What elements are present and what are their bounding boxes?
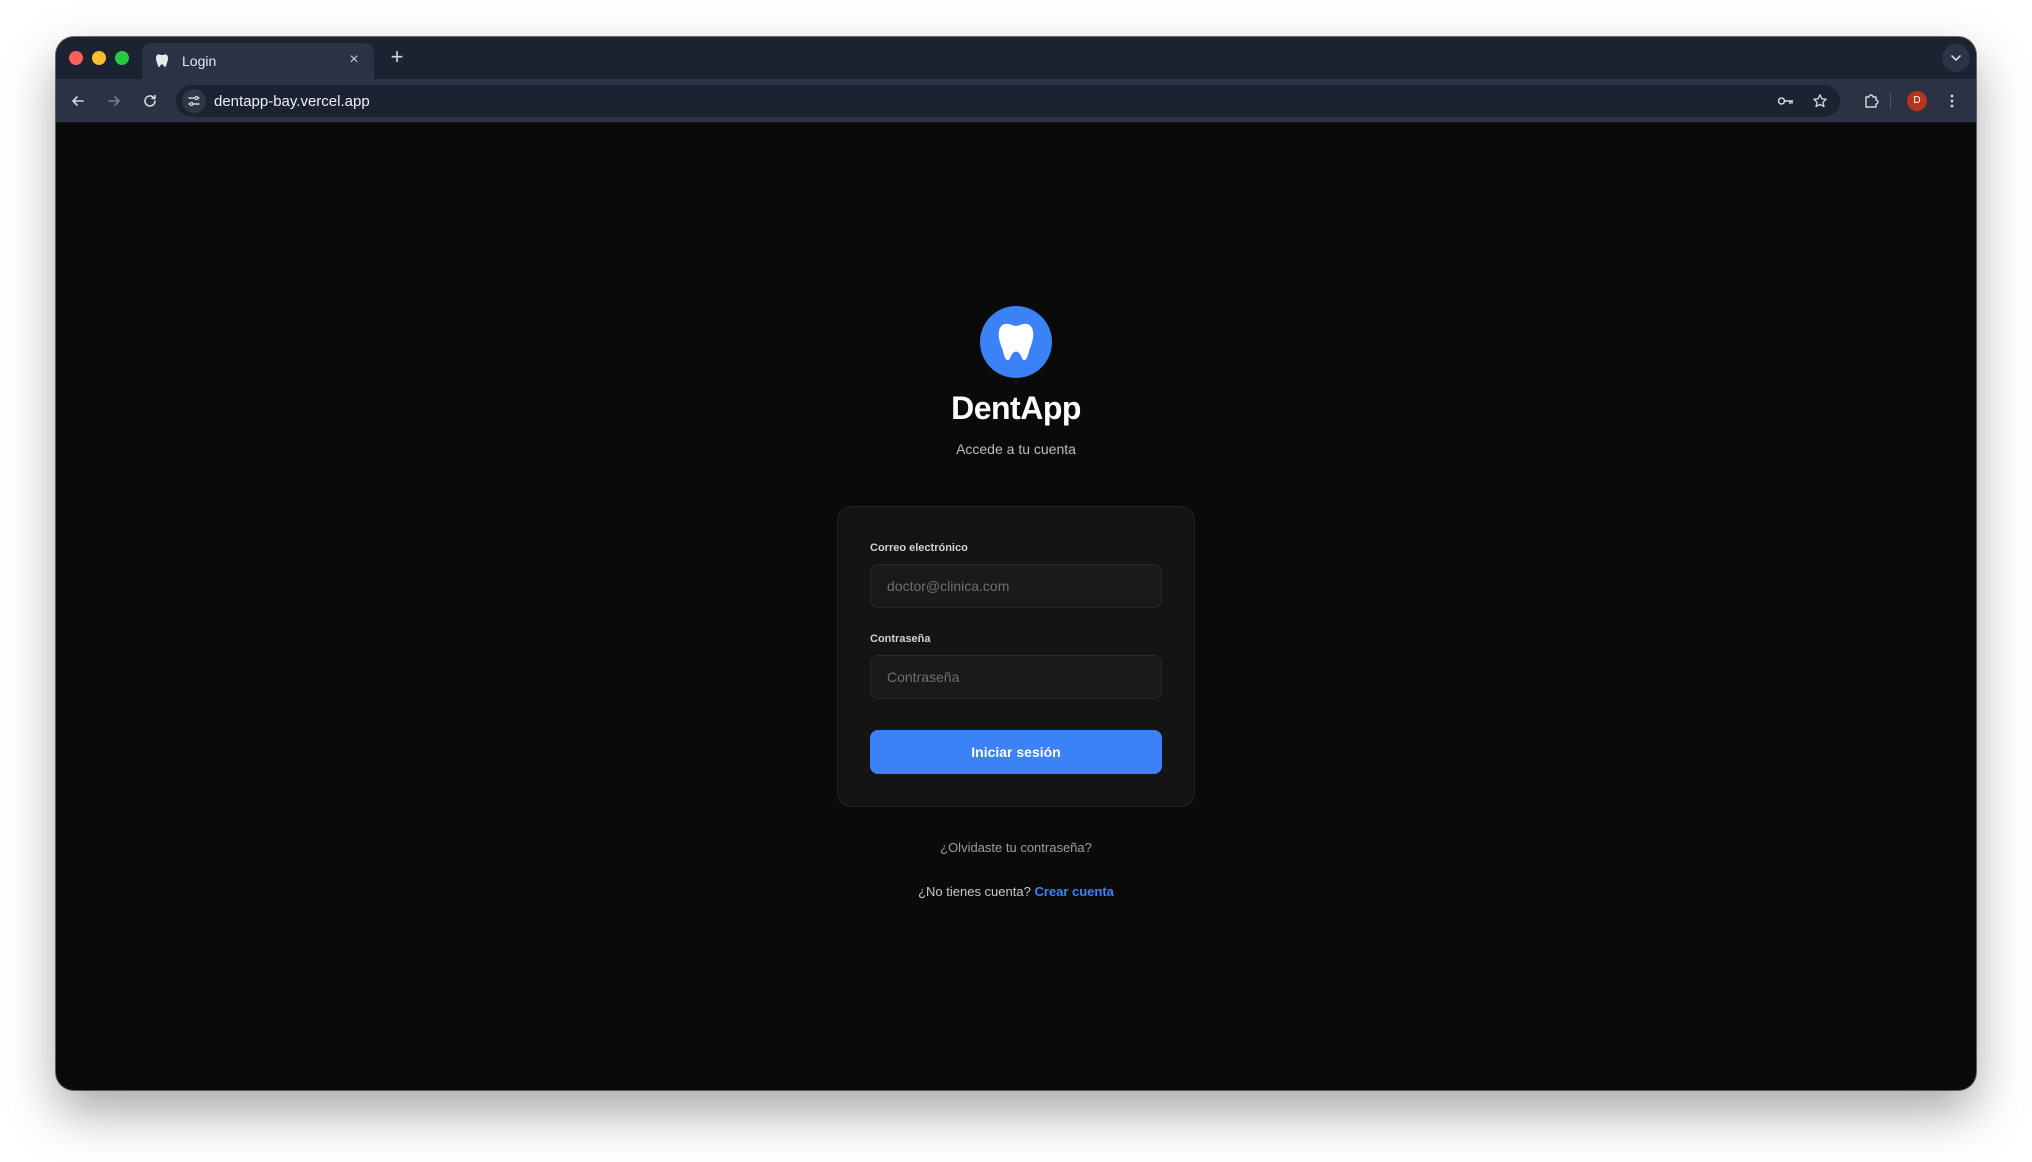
tab-search-chevron-icon[interactable] <box>1942 44 1970 72</box>
bookmark-star-icon[interactable] <box>1810 91 1830 111</box>
browser-toolbar: dentapp-bay.vercel.app D <box>56 79 1976 123</box>
tab-close-icon[interactable]: × <box>346 52 362 68</box>
tooth-logo-icon <box>980 306 1052 378</box>
reload-icon[interactable] <box>138 89 162 113</box>
site-settings-icon[interactable] <box>182 89 206 113</box>
tab-strip: Login × + <box>56 37 1976 79</box>
login-page: DentApp Accede a tu cuenta Correo electr… <box>56 124 1976 1090</box>
address-bar[interactable]: dentapp-bay.vercel.app <box>176 85 1840 117</box>
close-window-button[interactable] <box>69 51 83 65</box>
password-label: Contraseña <box>870 633 931 645</box>
profile-avatar[interactable]: D <box>1907 91 1927 111</box>
browser-window: Login × + dentapp-bay.vercel.app D DentA… <box>56 37 1976 1090</box>
url-text[interactable]: dentapp-bay.vercel.app <box>214 93 370 110</box>
forward-arrow-icon[interactable] <box>102 89 126 113</box>
more-vertical-icon[interactable] <box>1940 89 1964 113</box>
toolbar-divider <box>1890 93 1891 109</box>
tab-title: Login <box>182 53 217 69</box>
login-submit-button[interactable]: Iniciar sesión <box>870 730 1162 774</box>
browser-tab-active[interactable]: Login × <box>142 43 374 79</box>
login-card: Correo electrónico Contraseña Iniciar se… <box>837 506 1195 807</box>
minimize-window-button[interactable] <box>92 51 106 65</box>
new-tab-button[interactable]: + <box>386 46 408 69</box>
forgot-password-link[interactable]: ¿Olvidaste tu contraseña? <box>56 840 1976 855</box>
login-subtitle: Accede a tu cuenta <box>956 441 1076 457</box>
extensions-puzzle-icon[interactable] <box>1860 89 1884 113</box>
tooth-favicon-icon <box>154 53 170 69</box>
maximize-window-button[interactable] <box>115 51 129 65</box>
signup-prompt: ¿No tienes cuenta? Crear cuenta <box>56 884 1976 899</box>
email-label: Correo electrónico <box>870 542 968 554</box>
password-key-icon[interactable] <box>1775 91 1795 111</box>
no-account-text: ¿No tienes cuenta? <box>918 884 1031 899</box>
password-field[interactable] <box>870 655 1162 699</box>
app-brand-title: DentApp <box>951 390 1081 426</box>
email-field[interactable] <box>870 564 1162 608</box>
back-arrow-icon[interactable] <box>66 89 90 113</box>
create-account-link[interactable]: Crear cuenta <box>1034 884 1113 899</box>
